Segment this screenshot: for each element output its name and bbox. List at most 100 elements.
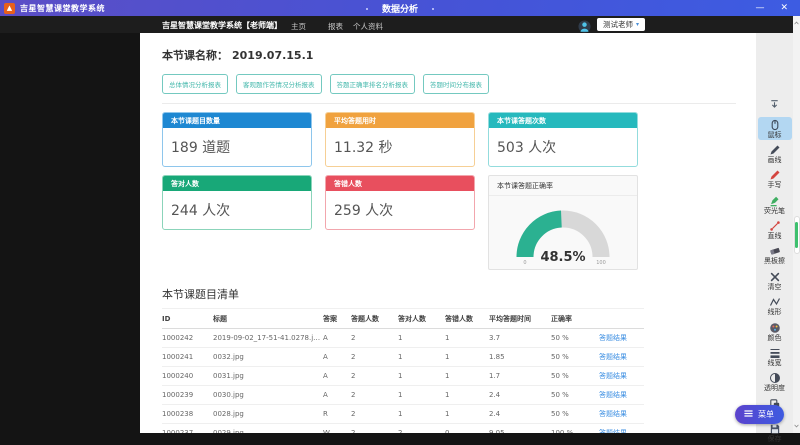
scrollbar-thumb[interactable] bbox=[794, 216, 800, 254]
deco-dot-icon bbox=[366, 8, 368, 10]
stat-card-avg-time: 平均答题用时 11.32 秒 bbox=[325, 112, 475, 167]
cell-answer: A bbox=[323, 348, 351, 367]
cell-rate: 50 % bbox=[551, 405, 599, 424]
nav-item-profile[interactable]: 个人资料 bbox=[353, 21, 383, 32]
stat-card-value: 503 人次 bbox=[489, 128, 637, 166]
annotation-toolbar: 鼠标 画线 手写 荧光笔 直线 黑板擦 清空 线形 bbox=[756, 95, 793, 445]
lesson-name-value: 2019.07.15.1 bbox=[232, 49, 313, 62]
col-actions bbox=[599, 309, 644, 329]
cell-answered: 2 bbox=[351, 424, 398, 434]
table-row: 1000239 0030.jpg A 2 1 1 2.4 50 % 答题结果 bbox=[162, 386, 644, 405]
cell-rate: 100 % bbox=[551, 424, 599, 434]
cell-wrong: 0 bbox=[445, 424, 489, 434]
tool-color[interactable]: 颜色 bbox=[758, 320, 792, 343]
scrollbar[interactable] bbox=[793, 16, 800, 433]
answer-result-link[interactable]: 答题结果 bbox=[599, 372, 627, 380]
answer-result-link[interactable]: 答题结果 bbox=[599, 391, 627, 399]
question-list-title: 本节课题目清单 bbox=[162, 286, 736, 302]
answer-result-link[interactable]: 答题结果 bbox=[599, 353, 627, 361]
col-title: 标题 bbox=[213, 309, 323, 329]
scroll-down-icon[interactable] bbox=[793, 421, 800, 431]
cell-avg-time: 1.7 bbox=[489, 367, 551, 386]
stat-card-title: 本节课答题次数 bbox=[489, 113, 637, 128]
stat-cards-row-1: 本节课题目数量 189 道题 平均答题用时 11.32 秒 本节课答题次数 50… bbox=[162, 112, 736, 167]
tool-clear[interactable]: 清空 bbox=[758, 269, 792, 292]
highlighter-icon bbox=[769, 195, 781, 207]
tool-line-width[interactable]: 线宽 bbox=[758, 346, 792, 369]
cell-id: 1000242 bbox=[162, 329, 213, 348]
cell-answer: A bbox=[323, 386, 351, 405]
gauge-min-label: 0 bbox=[523, 260, 526, 266]
window-titlebar: ▲ 吉星智慧课堂教学系统 数据分析 — ✕ bbox=[0, 0, 800, 16]
col-answered: 答题人数 bbox=[351, 309, 398, 329]
cell-title: 0032.jpg bbox=[213, 348, 323, 367]
cell-id: 1000238 bbox=[162, 405, 213, 424]
navbar-brand[interactable]: 吉星智慧课堂教学系统【老师端】 bbox=[162, 20, 282, 31]
tool-opacity[interactable]: 透明度 bbox=[758, 371, 792, 394]
cell-id: 1000241 bbox=[162, 348, 213, 367]
opacity-icon bbox=[769, 372, 781, 384]
nav-item-reports[interactable]: 报表 bbox=[328, 21, 343, 32]
minimize-button[interactable]: — bbox=[755, 4, 764, 13]
menu-button[interactable]: 菜单 bbox=[735, 405, 784, 424]
menu-button-label: 菜单 bbox=[758, 409, 774, 420]
gauge-value-label: 48.5% bbox=[540, 250, 585, 265]
scroll-up-icon[interactable] bbox=[793, 18, 800, 28]
tool-eraser[interactable]: 黑板擦 bbox=[758, 244, 792, 267]
handwrite-icon bbox=[769, 169, 781, 181]
save-icon bbox=[769, 423, 781, 435]
cell-correct: 1 bbox=[398, 348, 445, 367]
table-header-row: ID 标题 答案 答题人数 答对人数 答错人数 平均答题时间 正确率 bbox=[162, 309, 644, 329]
color-icon bbox=[769, 322, 781, 334]
report-button-objective[interactable]: 客观题作答情况分析报表 bbox=[236, 74, 322, 94]
cell-correct: 1 bbox=[398, 386, 445, 405]
cell-answered: 2 bbox=[351, 386, 398, 405]
col-wrong: 答错人数 bbox=[445, 309, 489, 329]
cell-answer: R bbox=[323, 405, 351, 424]
cell-id: 1000237 bbox=[162, 424, 213, 434]
collapse-toolbar-icon[interactable] bbox=[769, 95, 780, 114]
caret-down-icon: ▾ bbox=[636, 21, 639, 28]
cell-rate: 50 % bbox=[551, 348, 599, 367]
accuracy-gauge: 0 100 48.5% bbox=[489, 196, 637, 266]
cell-wrong: 1 bbox=[445, 405, 489, 424]
answer-result-link[interactable]: 答题结果 bbox=[599, 429, 627, 433]
report-button-overall[interactable]: 总体情况分析报表 bbox=[162, 74, 228, 94]
tool-straight-line[interactable]: 直线 bbox=[758, 219, 792, 242]
cell-wrong: 1 bbox=[445, 329, 489, 348]
cell-wrong: 1 bbox=[445, 367, 489, 386]
cell-correct: 1 bbox=[398, 329, 445, 348]
cell-answered: 2 bbox=[351, 329, 398, 348]
cell-title: 0028.jpg bbox=[213, 405, 323, 424]
cell-avg-time: 2.4 bbox=[489, 405, 551, 424]
answer-result-link[interactable]: 答题结果 bbox=[599, 334, 627, 342]
nav-item-home[interactable]: 主页 bbox=[291, 21, 306, 32]
report-button-accuracy-rank[interactable]: 答题正确率排名分析报表 bbox=[330, 74, 416, 94]
cell-answered: 2 bbox=[351, 348, 398, 367]
tool-save[interactable]: 保存 bbox=[758, 422, 792, 445]
tool-mouse[interactable]: 鼠标 bbox=[758, 117, 792, 140]
table-row: 1000240 0031.jpg A 2 1 1 1.7 50 % 答题结果 bbox=[162, 367, 644, 386]
cell-rate: 50 % bbox=[551, 367, 599, 386]
question-list-table: ID 标题 答案 答题人数 答对人数 答错人数 平均答题时间 正确率 10002… bbox=[162, 308, 644, 433]
tool-line-shape[interactable]: 线形 bbox=[758, 295, 792, 318]
cell-correct: 1 bbox=[398, 405, 445, 424]
clear-icon bbox=[769, 271, 781, 283]
col-answer: 答案 bbox=[323, 309, 351, 329]
table-row: 1000238 0028.jpg R 2 1 1 2.4 50 % 答题结果 bbox=[162, 405, 644, 424]
user-dropdown-button[interactable]: 测试老师 ▾ bbox=[597, 18, 645, 31]
stat-card-answer-count: 本节课答题次数 503 人次 bbox=[488, 112, 638, 167]
cell-avg-time: 9.05 bbox=[489, 424, 551, 434]
close-button[interactable]: ✕ bbox=[780, 4, 788, 13]
tool-highlighter[interactable]: 荧光笔 bbox=[758, 193, 792, 216]
tool-handwrite[interactable]: 手写 bbox=[758, 168, 792, 191]
navbar: 吉星智慧课堂教学系统【老师端】 主页 报表 个人资料 测试老师 ▾ bbox=[0, 16, 793, 33]
report-button-time-distribution[interactable]: 答题时间分布报表 bbox=[423, 74, 489, 94]
app-title: 吉星智慧课堂教学系统 bbox=[20, 3, 105, 14]
tool-draw-line[interactable]: 画线 bbox=[758, 142, 792, 165]
col-id: ID bbox=[162, 309, 213, 329]
cell-answered: 2 bbox=[351, 367, 398, 386]
cell-title: 0030.jpg bbox=[213, 386, 323, 405]
col-avg-time: 平均答题时间 bbox=[489, 309, 551, 329]
answer-result-link[interactable]: 答题结果 bbox=[599, 410, 627, 418]
